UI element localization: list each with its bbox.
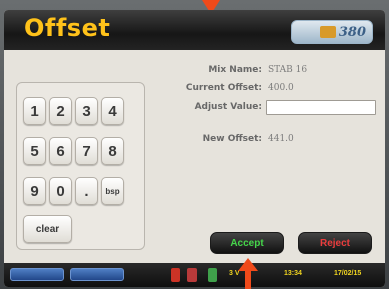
key-5[interactable]: 5 <box>23 137 46 165</box>
key-3[interactable]: 3 <box>75 97 98 125</box>
reject-button[interactable]: Reject <box>298 232 372 254</box>
numeric-keypad: 1 2 3 4 5 6 7 8 9 0 . bsp clear <box>16 82 145 250</box>
new-offset-label: New Offset: <box>202 134 262 144</box>
signal-icon <box>187 268 197 282</box>
clock-time: 13:34 <box>284 270 302 277</box>
arrow-up-indicator <box>238 258 258 289</box>
battery-icon <box>171 268 180 282</box>
new-offset-row: New Offset: 441.0 <box>150 134 380 148</box>
status-button-2[interactable] <box>70 268 124 281</box>
storage-icon <box>208 268 217 282</box>
touch-screen: Offset 380 1 2 3 4 5 6 7 8 9 0 . bsp cle… <box>4 10 385 287</box>
key-9[interactable]: 9 <box>23 177 46 205</box>
key-8[interactable]: 8 <box>101 137 124 165</box>
key-1[interactable]: 1 <box>23 97 46 125</box>
key-2[interactable]: 2 <box>49 97 72 125</box>
current-offset-row: Current Offset: 400.0 <box>150 83 380 97</box>
mix-name-value: STAB 16 <box>268 65 308 75</box>
current-offset-value: 400.0 <box>268 83 294 93</box>
key-4[interactable]: 4 <box>101 97 124 125</box>
clock-date: 17/02/15 <box>334 270 362 277</box>
adjust-value-row: Adjust Value: <box>150 100 380 116</box>
mix-name-label: Mix Name: <box>208 65 262 75</box>
key-7[interactable]: 7 <box>75 137 98 165</box>
current-offset-label: Current Offset: <box>185 83 262 93</box>
status-button-1[interactable] <box>10 268 64 281</box>
adjust-value-label: Adjust Value: <box>194 102 262 112</box>
logo-text: 380 <box>338 24 366 40</box>
offset-info-panel: Mix Name: STAB 16 Current Offset: 400.0 … <box>150 60 380 210</box>
status-bar: 3 V 13:34 17/02/15 <box>4 263 385 287</box>
key-0[interactable]: 0 <box>49 177 72 205</box>
key-decimal[interactable]: . <box>75 177 98 205</box>
clear-button[interactable]: clear <box>23 215 72 243</box>
mix-name-row: Mix Name: STAB 16 <box>150 65 380 79</box>
brand-logo: 380 <box>291 20 373 44</box>
page-title: Offset <box>24 14 111 42</box>
key-6[interactable]: 6 <box>49 137 72 165</box>
header-bar: Offset 380 <box>4 10 385 50</box>
new-offset-value: 441.0 <box>268 134 294 144</box>
key-backspace[interactable]: bsp <box>101 177 124 205</box>
adjust-value-field[interactable] <box>266 100 376 115</box>
accept-button[interactable]: Accept <box>210 232 284 254</box>
logo-icon <box>319 26 336 38</box>
